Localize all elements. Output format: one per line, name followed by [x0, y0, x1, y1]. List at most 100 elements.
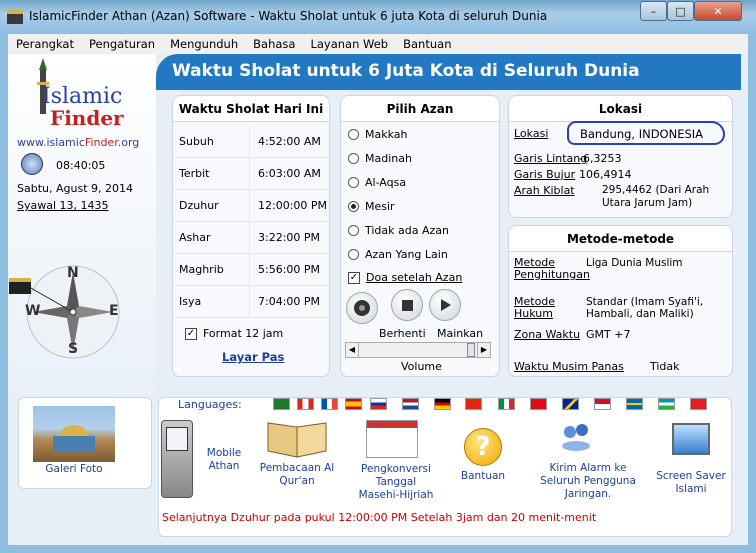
menu-bahasa[interactable]: Bahasa	[253, 37, 295, 51]
longitude-label[interactable]: Garis Bujur	[514, 168, 575, 181]
flag-italy-icon[interactable]	[498, 398, 515, 410]
qibla-value: 295,4462 (Dari Arah Utara Jarum Jam)	[602, 184, 710, 209]
prayer-time: 12:00:00 PM	[258, 199, 328, 212]
volume-thumb[interactable]	[467, 343, 475, 357]
mosque-photo[interactable]	[33, 406, 115, 462]
volume-slider[interactable]: ◀ ▶	[345, 342, 491, 358]
format12-label: Format 12 jam	[203, 327, 284, 340]
dst-label[interactable]: Waktu Musim Panas	[514, 360, 624, 373]
menu-mengunduh[interactable]: Mengunduh	[170, 37, 238, 51]
longitude-value: 106,4914	[579, 168, 632, 181]
prayer-row: Terbit 6:03:00 AM	[173, 158, 329, 190]
azan-option[interactable]: Makkah	[348, 128, 408, 141]
flag-netherlands-icon[interactable]	[402, 398, 419, 410]
compass-n-label: N	[67, 265, 79, 281]
checkbox-checked-icon: ✓	[348, 271, 360, 284]
prayer-row: Dzuhur 12:00:00 PM	[173, 190, 329, 222]
juristic-method-label[interactable]: Metode Hukum	[514, 296, 574, 320]
flag-france-icon[interactable]	[321, 398, 338, 410]
prayer-name: Terbit	[173, 158, 250, 189]
calendar-icon[interactable]	[366, 420, 418, 458]
azan-option[interactable]: Madinah	[348, 152, 412, 165]
mobile-athan-label[interactable]: Mobile Athan	[198, 447, 250, 473]
prayer-time: 5:56:00 PM	[258, 263, 321, 276]
screen-saver-monitor-icon[interactable]	[672, 423, 710, 455]
volume-right-arrow-icon[interactable]: ▶	[477, 343, 490, 357]
flag-spain-icon[interactable]	[345, 398, 362, 410]
compass-e-label: E	[109, 303, 119, 319]
fullscreen-link[interactable]: Layar Pas	[222, 350, 284, 364]
photo-gallery-label[interactable]: Galeri Foto	[33, 463, 115, 476]
maximize-button[interactable]: □	[667, 1, 694, 21]
azan-option-selected[interactable]: Mesir	[348, 200, 395, 213]
prayer-time: 7:04:00 PM	[258, 295, 321, 308]
next-prayer-status: Selanjutnya Dzuhur pada pukul 12:00:00 P…	[162, 511, 597, 524]
format12-checkbox[interactable]: ✓ Format 12 jam	[185, 327, 283, 340]
volume-left-arrow-icon[interactable]: ◀	[346, 343, 359, 357]
timezone-label[interactable]: Zona Waktu	[514, 328, 580, 341]
menu-bantuan[interactable]: Bantuan	[403, 37, 451, 51]
send-alarm-label[interactable]: Kirim Alarm ke Seluruh Pengguna Jaringan…	[540, 462, 636, 501]
prayer-times-panel: Waktu Sholat Hari Ini Subuh 4:52:00 AM Te…	[172, 95, 330, 377]
gregorian-date: Sabtu, Agust 9, 2014	[17, 182, 133, 195]
help-icon[interactable]: ?	[464, 428, 502, 466]
network-users-icon[interactable]	[560, 420, 592, 452]
close-button[interactable]: ✕	[694, 1, 742, 21]
location-panel: Lokasi Lokasi Bandung, INDONESIA Garis L…	[508, 95, 733, 218]
hijri-date[interactable]: Syawal 13, 1435	[17, 199, 109, 212]
azan-panel-title: Pilih Azan	[341, 96, 499, 122]
flag-albania-icon[interactable]	[690, 398, 707, 410]
play-button[interactable]	[429, 289, 461, 321]
flag-canada-icon[interactable]	[297, 398, 314, 410]
prayer-time: 4:52:00 AM	[258, 135, 321, 148]
doa-checkbox[interactable]: ✓ Doa setelah Azan	[348, 271, 462, 284]
stop-label: Berhenti	[379, 327, 426, 340]
logo-url[interactable]: www.islamicFinder.org	[17, 136, 139, 149]
window-title: IslamicFinder Athan (Azan) Software - Wa…	[29, 9, 548, 23]
flag-saudi-icon[interactable]	[273, 398, 290, 410]
location-panel-title: Lokasi	[509, 96, 732, 122]
flag-russia-icon[interactable]	[370, 398, 387, 410]
prayer-name: Dzuhur	[173, 190, 250, 221]
quran-reading-label[interactable]: Pembacaan Al Qur'an	[255, 462, 339, 488]
calc-method-label[interactable]: Metode Penghitungan	[514, 257, 590, 281]
methods-panel-title: Metode-metode	[509, 226, 732, 252]
dst-value: Tidak	[650, 360, 680, 373]
flag-germany-icon[interactable]	[434, 398, 451, 410]
latitude-label[interactable]: Garis Lintang	[514, 152, 587, 165]
clock-icon	[21, 153, 43, 175]
location-label[interactable]: Lokasi	[514, 127, 548, 140]
azan-panel: Pilih Azan Makkah Madinah Al-Aqsa Mesir …	[340, 95, 500, 377]
app-icon[interactable]	[7, 10, 23, 24]
speaker-icon[interactable]	[346, 292, 378, 324]
calc-method-value: Liga Dunia Muslim	[586, 257, 683, 269]
menu-layanan-web[interactable]: Layanan Web	[310, 37, 388, 51]
azan-option[interactable]: Azan Yang Lain	[348, 248, 448, 261]
flag-bosnia-icon[interactable]	[562, 398, 579, 410]
location-value: Bandung, INDONESIA	[580, 127, 704, 141]
azan-option[interactable]: Tidak ada Azan	[348, 224, 449, 237]
stop-button[interactable]	[391, 289, 423, 321]
flag-uzbekistan-icon[interactable]	[658, 398, 675, 410]
azan-option[interactable]: Al-Aqsa	[348, 176, 406, 189]
radio-selected-icon	[348, 201, 359, 212]
quran-book-icon[interactable]	[266, 421, 328, 459]
flag-sweden-icon[interactable]	[626, 398, 643, 410]
screen-saver-label[interactable]: Screen Saver Islami	[652, 470, 730, 496]
date-converter-label[interactable]: Pengkonversi Tanggal Masehi-Hijriah	[355, 463, 437, 502]
help-label[interactable]: Bantuan	[455, 470, 511, 483]
latitude-value: -6,3253	[579, 152, 622, 165]
flag-china-icon[interactable]	[465, 398, 482, 410]
flag-indonesia-icon[interactable]	[594, 398, 611, 410]
clock-time: 08:40:05	[56, 159, 106, 172]
flag-turkey-icon[interactable]	[530, 398, 547, 410]
qibla-label[interactable]: Arah Kiblat	[514, 184, 575, 197]
play-icon	[441, 299, 451, 311]
menu-perangkat[interactable]: Perangkat	[16, 37, 74, 51]
mobile-phone-icon[interactable]	[161, 420, 193, 498]
menu-pengaturan[interactable]: Pengaturan	[89, 37, 155, 51]
radio-icon	[348, 225, 359, 236]
minimize-button[interactable]: –	[640, 1, 667, 21]
prayer-time: 6:03:00 AM	[258, 167, 321, 180]
window-frame-right	[748, 34, 756, 553]
